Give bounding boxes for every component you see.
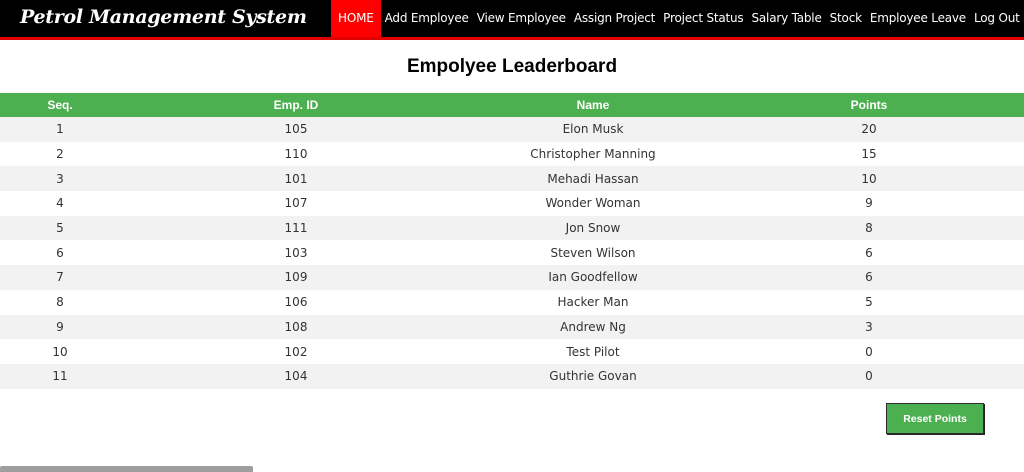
page-title: Empolyee Leaderboard (406, 56, 618, 77)
cell-name: Andrew Ng (560, 319, 626, 334)
cell-emp-id: 101 (284, 171, 308, 186)
cell-name: Test Pilot (566, 344, 620, 359)
cell-name: Ian Goodfellow (548, 270, 638, 285)
table-row: 2 110 Christopher Manning 15 (0, 141, 1024, 167)
leaderboard-table: Seq. Emp. ID Name Points 1 105 Elon Musk… (0, 93, 1024, 389)
cell-seq: 1 (56, 122, 64, 137)
cell-emp-id: 108 (284, 319, 308, 334)
cell-emp-id: 105 (284, 122, 308, 137)
table-row: 3 101 Mehadi Hassan 10 (0, 166, 1024, 192)
nav-view-employee[interactable]: View Employee (473, 0, 570, 37)
nav-menu: HOME Add Employee View Employee Assign P… (331, 0, 1024, 40)
cell-emp-id: 103 (284, 245, 308, 260)
cell-points: 6 (865, 270, 873, 285)
cell-seq: 8 (56, 295, 64, 310)
cell-points: 6 (865, 245, 873, 260)
nav-stock[interactable]: Stock (826, 0, 866, 37)
table-row: 11 104 Guthrie Govan 0 (0, 363, 1024, 389)
cell-name: Wonder Woman (545, 196, 641, 211)
table-row: 7 109 Ian Goodfellow 6 (0, 265, 1024, 290)
cell-points: 15 (861, 147, 877, 162)
cell-points: 3 (865, 319, 873, 334)
table-row: 10 102 Test Pilot 0 (0, 339, 1024, 364)
cell-seq: 11 (52, 369, 68, 384)
cell-points: 10 (861, 171, 877, 186)
header-name: Name (472, 93, 714, 117)
cell-seq: 10 (52, 344, 68, 359)
table-row: 1 105 Elon Musk 20 (0, 117, 1024, 142)
cell-emp-id: 102 (284, 344, 308, 359)
cell-emp-id: 104 (284, 369, 308, 384)
cell-seq: 3 (56, 171, 64, 186)
table-row: 5 111 Jon Snow 8 (0, 215, 1024, 241)
nav-employee-leave[interactable]: Employee Leave (866, 0, 970, 37)
cell-emp-id: 109 (284, 270, 308, 285)
table-row: 4 107 Wonder Woman 9 (0, 191, 1024, 216)
nav-log-out[interactable]: Log Out (970, 0, 1024, 37)
header-seq: Seq. (0, 93, 120, 117)
cell-points: 9 (865, 196, 873, 211)
cell-seq: 4 (56, 196, 64, 211)
cell-seq: 6 (56, 245, 64, 260)
cell-name: Guthrie Govan (549, 369, 637, 384)
cell-seq: 9 (56, 319, 64, 334)
header-emp-id: Emp. ID (120, 93, 472, 117)
table-row: 9 108 Andrew Ng 3 (0, 314, 1024, 340)
nav-add-employee[interactable]: Add Employee (381, 0, 473, 37)
header-points: Points (714, 93, 1024, 117)
table-header-row: Seq. Emp. ID Name Points (0, 93, 1024, 117)
reset-points-button[interactable]: Reset Points (886, 403, 984, 434)
cell-points: 20 (861, 122, 877, 137)
cell-name: Hacker Man (557, 295, 629, 310)
table-row: 8 106 Hacker Man 5 (0, 289, 1024, 315)
nav-assign-project[interactable]: Assign Project (570, 0, 659, 37)
cell-points: 8 (865, 221, 873, 236)
cell-points: 0 (865, 369, 873, 384)
cell-seq: 5 (56, 221, 64, 236)
horizontal-scrollbar[interactable] (0, 466, 253, 472)
table-row: 6 103 Steven Wilson 6 (0, 240, 1024, 266)
cell-name: Elon Musk (562, 122, 624, 137)
cell-name: Steven Wilson (550, 245, 636, 260)
cell-points: 0 (865, 344, 873, 359)
nav-home[interactable]: HOME (331, 0, 381, 37)
cell-name: Mehadi Hassan (547, 171, 639, 186)
cell-seq: 2 (56, 147, 64, 162)
nav-project-status[interactable]: Project Status (659, 0, 747, 37)
nav-salary-table[interactable]: Salary Table (747, 0, 825, 37)
cell-emp-id: 107 (284, 196, 308, 211)
cell-emp-id: 111 (284, 221, 308, 236)
app-logo[interactable]: Petrol Management System (20, 2, 307, 32)
cell-name: Christopher Manning (530, 147, 656, 162)
cell-seq: 7 (56, 270, 64, 285)
cell-emp-id: 106 (284, 295, 308, 310)
cell-name: Jon Snow (565, 221, 621, 236)
cell-emp-id: 110 (284, 147, 308, 162)
top-navbar: Petrol Management System HOME Add Employ… (0, 0, 1024, 40)
cell-points: 5 (865, 295, 873, 310)
